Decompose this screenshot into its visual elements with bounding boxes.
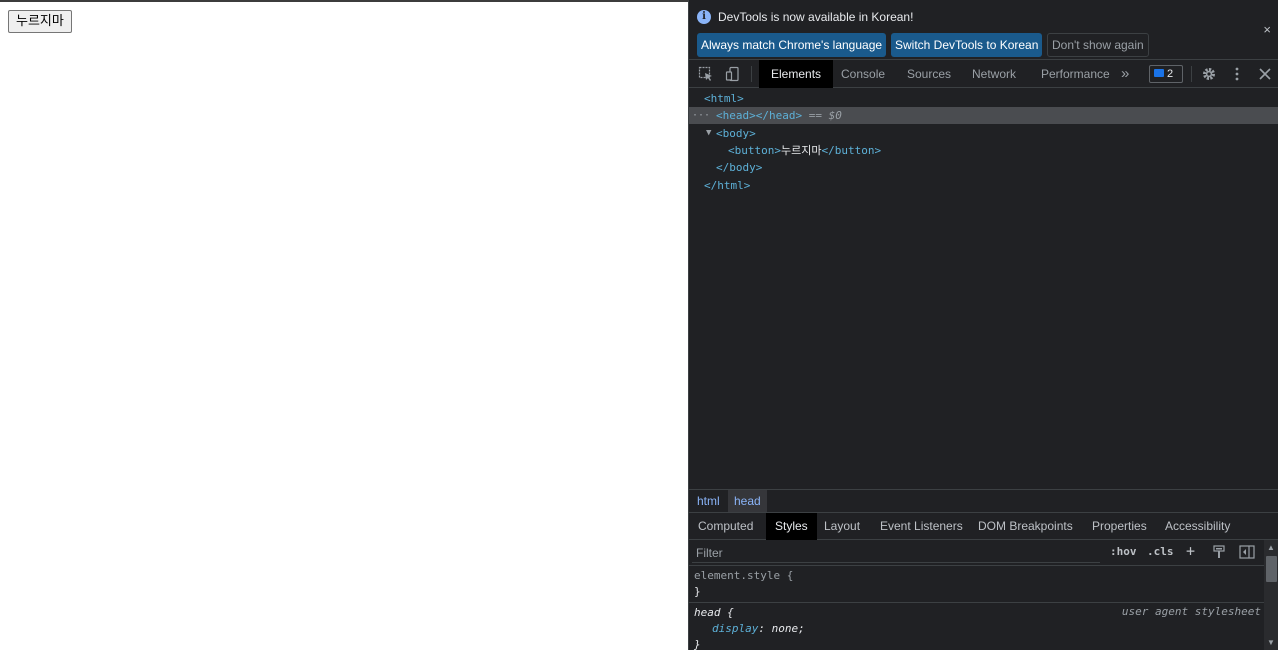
toolbar-separator: [1191, 66, 1192, 82]
gear-icon[interactable]: [1201, 66, 1217, 82]
tab-network[interactable]: Network: [960, 60, 1028, 88]
head-rule-selector[interactable]: head {: [694, 605, 734, 621]
styles-pane: element.style { } head { user agent styl…: [689, 567, 1264, 650]
filter-input[interactable]: [692, 543, 1100, 563]
subtab-properties[interactable]: Properties: [1083, 513, 1156, 540]
rule-close-brace: }: [694, 638, 701, 650]
expand-triangle-icon[interactable]: ▼: [706, 125, 711, 142]
inspect-element-icon[interactable]: [698, 66, 714, 82]
breadcrumb-html[interactable]: html: [691, 490, 726, 512]
toolbar-separator: [751, 66, 752, 82]
elements-tree: <html> ··· <head></head> == $0 ▼ <body> …: [689, 89, 1278, 489]
tree-node-html[interactable]: <html>: [704, 90, 744, 107]
toggle-sidebar-icon[interactable]: [1239, 545, 1255, 559]
devtools-panel: i DevTools is now available in Korean! ×…: [688, 0, 1278, 650]
tab-console[interactable]: Console: [829, 60, 897, 88]
switch-to-korean-button[interactable]: Switch DevTools to Korean: [891, 33, 1043, 57]
tab-performance[interactable]: Performance: [1029, 60, 1122, 88]
devtools-toolbar: Elements Console Sources Network Perform…: [689, 60, 1278, 88]
language-infobar: i DevTools is now available in Korean! ×…: [689, 0, 1278, 60]
subtab-layout[interactable]: Layout: [815, 513, 869, 540]
element-style-rule[interactable]: element.style {: [694, 568, 793, 584]
subtab-dom-breakpoints[interactable]: DOM Breakpoints: [969, 513, 1082, 540]
rule-close-brace: }: [694, 585, 701, 598]
more-options-icon[interactable]: [1229, 66, 1245, 82]
tree-node-head[interactable]: <head></head> == $0: [716, 107, 842, 124]
device-toolbar-icon[interactable]: [725, 66, 741, 82]
dont-show-again-button[interactable]: Don't show again: [1047, 33, 1149, 57]
tree-node-body-close[interactable]: </body>: [716, 159, 762, 176]
subtab-event-listeners[interactable]: Event Listeners: [871, 513, 972, 540]
more-tabs-chevron-icon[interactable]: »: [1115, 60, 1135, 88]
rule-divider: [689, 602, 1264, 603]
infobar-message: DevTools is now available in Korean!: [718, 10, 914, 24]
scroll-up-arrow-icon[interactable]: ▲: [1267, 543, 1275, 552]
subtab-computed[interactable]: Computed: [689, 513, 762, 540]
close-icon[interactable]: ×: [1263, 22, 1271, 37]
node-actions-icon[interactable]: ···: [692, 107, 710, 124]
sidebar-tabs: Computed Styles Layout Event Listeners D…: [689, 513, 1278, 540]
paint-brush-icon[interactable]: [1212, 545, 1226, 559]
class-toggle[interactable]: .cls: [1147, 545, 1174, 558]
always-match-language-button[interactable]: Always match Chrome's language: [697, 33, 887, 57]
hover-state-toggle[interactable]: :hov: [1110, 545, 1137, 558]
subtab-styles[interactable]: Styles: [766, 513, 817, 540]
scroll-down-arrow-icon[interactable]: ▼: [1267, 638, 1275, 647]
close-devtools-icon[interactable]: [1257, 66, 1273, 82]
issues-count: 2: [1167, 68, 1174, 80]
tree-node-html-close[interactable]: </html>: [704, 177, 750, 194]
breadcrumb-head[interactable]: head: [728, 490, 767, 512]
info-icon: i: [697, 10, 711, 24]
tree-node-button[interactable]: <button>누르지마</button>: [728, 142, 881, 159]
breadcrumb: html head: [689, 489, 1278, 513]
issues-badge[interactable]: 2: [1149, 65, 1183, 83]
add-style-rule-icon[interactable]: +: [1186, 542, 1195, 560]
tab-elements[interactable]: Elements: [759, 60, 834, 88]
styles-scrollbar[interactable]: ▲ ▼: [1264, 540, 1278, 650]
tab-sources[interactable]: Sources: [895, 60, 963, 88]
tree-node-body[interactable]: <body>: [716, 125, 756, 142]
page-viewport: 누르지마: [0, 2, 688, 650]
subtab-accessibility[interactable]: Accessibility: [1156, 513, 1239, 540]
scrollbar-thumb[interactable]: [1266, 556, 1277, 582]
message-bubble-icon: [1154, 69, 1164, 78]
styles-filter-bar: :hov .cls +: [689, 540, 1264, 566]
page-button[interactable]: 누르지마: [8, 10, 72, 33]
style-declaration[interactable]: display: none;: [712, 621, 805, 637]
user-agent-stylesheet-label: user agent stylesheet: [1121, 605, 1261, 618]
